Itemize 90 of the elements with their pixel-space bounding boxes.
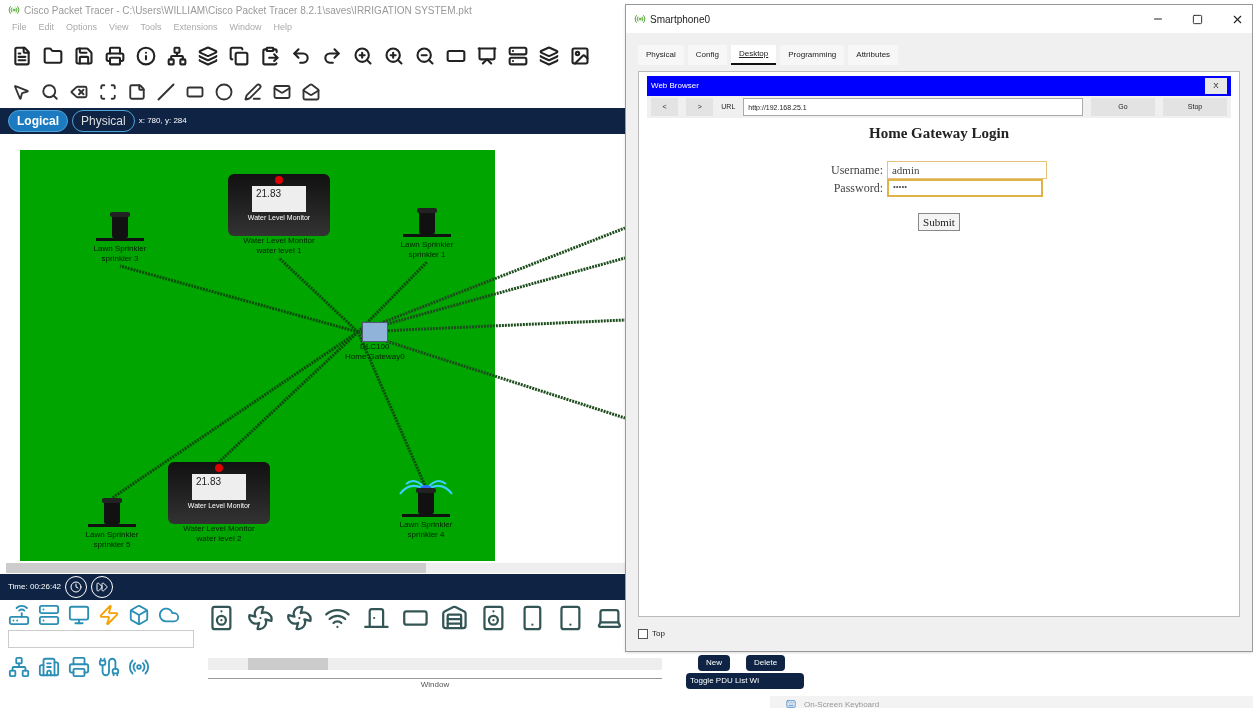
pen-icon[interactable] (244, 83, 262, 101)
device-tab[interactable]: Config (687, 45, 727, 65)
app-logo-icon (8, 4, 20, 16)
device-label: Lawn Sprinkler (400, 240, 454, 250)
device-label: sprinkler 5 (93, 540, 131, 550)
device-label: Lawn Sprinkler (399, 520, 453, 530)
monitor-icon[interactable] (68, 604, 90, 626)
coordinates-text: x: 780, y: 284 (138, 115, 187, 127)
top-checkbox[interactable] (638, 629, 648, 639)
device-label: Lawn Sprinkler (85, 530, 139, 540)
screen-icon[interactable] (477, 46, 497, 66)
network-icon[interactable] (167, 46, 187, 66)
browser-close-button[interactable]: X (1205, 78, 1227, 94)
clock-icon (70, 581, 83, 593)
view-tab[interactable]: Logical (8, 110, 68, 132)
device-tab[interactable]: Programming (780, 45, 845, 65)
password-field[interactable]: ••••• (887, 178, 1043, 197)
zoom-in-icon[interactable] (384, 46, 404, 66)
keyboard-icon (786, 699, 796, 708)
app-logo-icon (634, 13, 646, 25)
document-icon[interactable] (12, 46, 32, 66)
device-tab[interactable]: Physical (638, 45, 684, 65)
open-envelope-icon[interactable] (302, 83, 320, 101)
zoom-out-icon[interactable] (415, 46, 435, 66)
top-label: Top (652, 628, 665, 640)
device-tab[interactable]: Desktop (730, 45, 777, 65)
search-field[interactable] (8, 630, 194, 648)
username-field[interactable]: admin (887, 160, 1047, 179)
delete-icon[interactable] (70, 83, 88, 101)
undo-icon[interactable] (291, 46, 311, 66)
ellipse-icon[interactable] (215, 83, 233, 101)
window-title: Smartphone0 (650, 12, 712, 27)
copy-icon[interactable] (229, 46, 249, 66)
device-label: sprinkler 3 (101, 254, 139, 264)
horizontal-scrollbar[interactable] (6, 563, 625, 573)
device-label: Water Level Monitor (243, 236, 315, 246)
box-icon[interactable] (128, 604, 150, 626)
browser-title: Web Browser (651, 80, 700, 92)
fan-icon[interactable] (285, 604, 313, 632)
router-icon[interactable] (8, 604, 30, 626)
server-icon[interactable] (508, 46, 528, 66)
home-gateway (361, 322, 388, 342)
folder-icon[interactable] (43, 46, 63, 66)
password-label: Password: (832, 179, 883, 197)
username-label: Username: (831, 161, 883, 179)
paste-icon[interactable] (260, 46, 280, 66)
device-scrollbar[interactable] (208, 658, 662, 670)
submit-button[interactable]: Submit (918, 212, 960, 231)
window-label: Window (420, 679, 450, 691)
simulation-time: Time: 00:26:42 (8, 581, 62, 593)
printer-icon[interactable] (105, 46, 125, 66)
indicator-light (275, 176, 283, 184)
fan-icon[interactable] (246, 604, 274, 632)
note-icon[interactable] (128, 83, 146, 101)
device-label: water level 1 (256, 246, 302, 256)
device-label: water level 2 (196, 534, 242, 544)
monitor-display: 21.83 (252, 186, 306, 212)
device-label: DLC100 (360, 342, 390, 352)
monitor-display: 21.83 (192, 474, 246, 500)
fast-forward-icon (96, 581, 109, 593)
page-heading: Home Gateway Login (869, 124, 1009, 143)
layers-icon[interactable] (198, 46, 218, 66)
select-icon[interactable] (12, 83, 30, 101)
layers-icon[interactable] (539, 46, 559, 66)
toggle-pdu-list-button[interactable]: Toggle PDU List Wi (686, 673, 804, 689)
new-pdu-button[interactable]: New (698, 655, 730, 671)
envelope-icon[interactable] (273, 83, 291, 101)
window-title: Cisco Packet Tracer - C:\Users\WILLIAM\Cisco Packet Tracer 8.2.1\saves\IRRIGATION SYSTEM.pkt (24, 3, 472, 18)
device-label: sprinkler 1 (408, 250, 446, 260)
delete-pdu-button[interactable]: Delete (746, 655, 786, 671)
maximize-icon[interactable] (1192, 13, 1203, 25)
info-icon[interactable] (136, 46, 156, 66)
resize-icon[interactable] (99, 83, 117, 101)
garage-icon[interactable] (440, 604, 468, 632)
zoom-in-icon[interactable] (353, 46, 373, 66)
save-icon[interactable] (74, 46, 94, 66)
building-icon[interactable] (38, 656, 60, 678)
indicator-light (215, 464, 223, 472)
redo-icon[interactable] (322, 46, 342, 66)
device-label: sprinkler 4 (407, 530, 445, 540)
keyboard-window-title: On-Screen Keyboard (804, 699, 880, 708)
device-label: Water Level Monitor (183, 524, 255, 534)
line-icon[interactable] (157, 83, 175, 101)
device-label: Lawn Sprinkler (93, 244, 147, 254)
device-tab[interactable]: Attributes (848, 45, 899, 65)
cable-icon[interactable] (98, 656, 120, 678)
search-icon[interactable] (41, 83, 59, 101)
view-tab[interactable]: Physical (72, 110, 135, 132)
image-icon[interactable] (570, 46, 590, 66)
device-label: Home Gateway0 (345, 352, 405, 362)
